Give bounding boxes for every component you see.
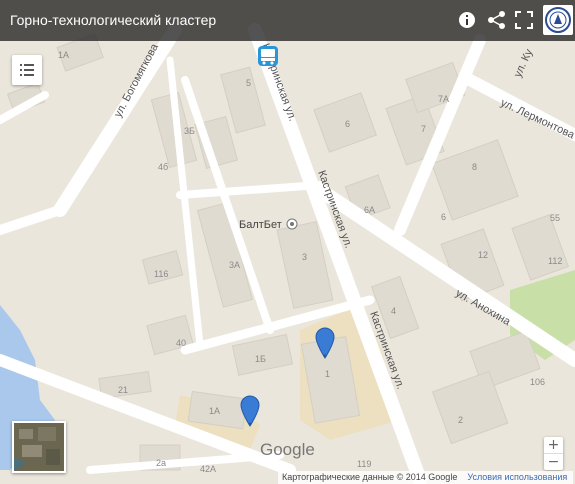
legend-list-button[interactable]: [12, 55, 42, 85]
bldg-6-top: 6: [345, 119, 350, 129]
list-icon: [20, 64, 34, 76]
map-attribution: Картографические данные © 2014 Google Усл…: [278, 471, 574, 484]
organization-logo[interactable]: [543, 5, 573, 35]
bldg-116: 12: [478, 250, 488, 260]
bldg-1: 1: [325, 369, 330, 379]
zoom-in-button[interactable]: +: [544, 437, 563, 453]
bldg-106: 106: [530, 377, 545, 387]
terms-link[interactable]: Условия использования: [467, 472, 567, 482]
bldg-21: 21: [118, 385, 128, 395]
emblem-icon: [545, 7, 571, 33]
map-marker-1[interactable]: [315, 327, 335, 359]
bldg-1A-top: 1А: [58, 50, 69, 60]
bldg-4b: 4б: [158, 162, 168, 172]
google-watermark: Google: [260, 440, 315, 459]
bldg-1B: 1Б: [255, 354, 266, 364]
zoom-out-button[interactable]: −: [544, 454, 563, 470]
bldg-42A: 42А: [200, 464, 216, 474]
fullscreen-icon[interactable]: [513, 9, 535, 31]
bldg-1A: 1А: [209, 406, 220, 416]
share-icon[interactable]: [486, 9, 508, 31]
bldg-6A: 6А: [364, 205, 375, 215]
map-marker-2[interactable]: [240, 395, 260, 427]
map-view[interactable]: ул. Богомягкова Кастринская ул. Кастринс…: [0, 0, 575, 484]
satellite-thumbnail[interactable]: [12, 421, 66, 473]
bldg-3A: 3А: [229, 260, 240, 270]
bldg-2: 2: [458, 415, 463, 425]
bldg-7: 7: [421, 124, 426, 134]
bldg-12: 116: [154, 269, 168, 279]
bldg-55: 55: [550, 213, 560, 223]
attribution-text: Картографические данные © 2014 Google: [282, 472, 458, 482]
zoom-control: + −: [544, 437, 563, 470]
bldg-112: 112: [548, 256, 562, 266]
bldg-4: 4: [391, 306, 396, 316]
satellite-imagery-icon: [14, 423, 64, 471]
map-header: Горно-технологический кластер: [0, 0, 575, 41]
map-canvas[interactable]: ул. Богомягкова Кастринская ул. Кастринс…: [0, 0, 575, 484]
bldg-6: 6: [441, 212, 446, 222]
poi-label: БалтБет: [239, 219, 282, 231]
bldg-5: 5: [246, 78, 251, 88]
bldg-40: 40: [176, 338, 186, 348]
bus-stop-icon[interactable]: [256, 44, 280, 68]
bldg-7A: 7А: [438, 94, 449, 104]
info-icon[interactable]: [456, 9, 478, 31]
bldg-3: 3: [302, 252, 307, 262]
map-title: Горно-технологический кластер: [10, 12, 217, 28]
bldg-2a: 2а: [156, 458, 166, 468]
bldg-8: 8: [472, 162, 477, 172]
bldg-119: 119: [357, 459, 371, 469]
bldg-3B: 3Б: [184, 126, 195, 136]
